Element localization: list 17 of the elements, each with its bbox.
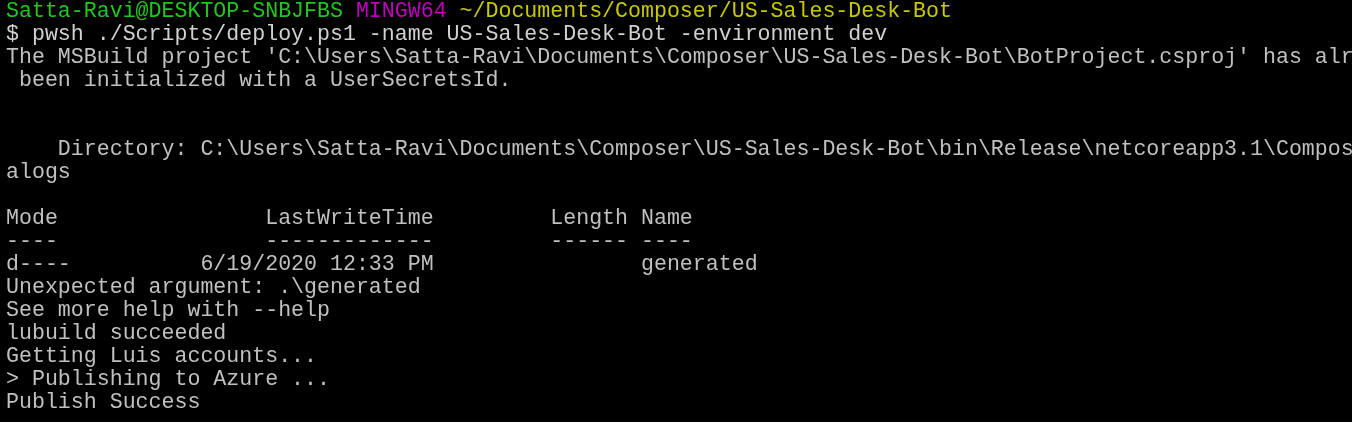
output-line: Publish Success	[6, 391, 201, 414]
output-line: See more help with --help	[6, 299, 330, 322]
output-line: been initialized with a UserSecretsId.	[17, 69, 512, 92]
output-line: lubuild succeeded	[6, 322, 227, 345]
output-line: Directory: C:\Users\Satta-Ravi\Documents\Composer\US-Sales-Desk-Bot\bin\Release\netcoreapp3.1\Compos	[56, 138, 1352, 161]
prompt-user-host: Satta-Ravi@DESKTOP-SNBJFBS	[6, 0, 343, 23]
prompt-path: ~/Documents/Composer/US-Sales-Desk-Bot	[459, 0, 952, 23]
output-line: alogs	[6, 161, 71, 184]
prompt-system: MINGW64	[355, 0, 447, 23]
output-line: Unexpected argument: .\generated	[6, 276, 421, 299]
output-line: Mode LastWriteTime Length Name	[6, 207, 693, 230]
output-line: Getting Luis accounts...	[6, 345, 317, 368]
output-line: ---- ------------- ------ ----	[6, 230, 693, 253]
output-line: d---- 6/19/2020 12:33 PM generated	[6, 253, 758, 276]
output-line: The MSBuild project 'C:\Users\Satta-Ravi\Documents\Composer\US-Sales-Desk-Bot\BotProject.csproj' has alr	[6, 46, 1352, 69]
output-line: > Publishing to Azure ...	[6, 368, 330, 391]
command-line: $ pwsh ./Scripts/deploy.ps1 -name US-Sales-Desk-Bot -environment dev	[6, 23, 888, 46]
